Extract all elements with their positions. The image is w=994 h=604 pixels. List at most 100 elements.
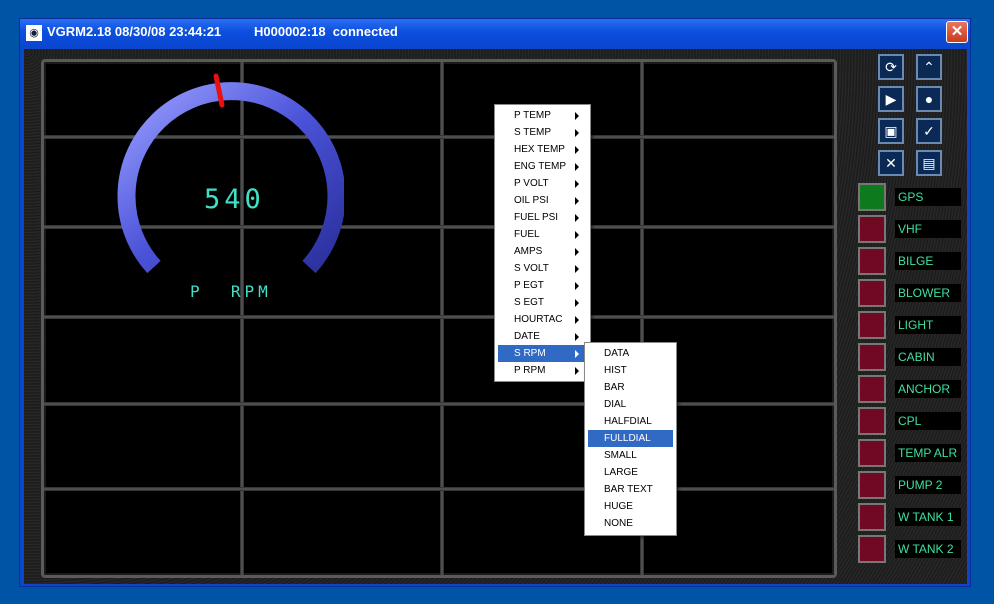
menu-item-label: LARGE — [604, 467, 638, 478]
switch-vhf-button[interactable] — [858, 215, 886, 243]
chevron-right-icon — [575, 197, 579, 205]
switch-label: CPL — [895, 412, 961, 430]
menu-item-label: S RPM — [514, 348, 546, 359]
menu-item-label: DIAL — [604, 399, 627, 410]
menu-item-label: HEX TEMP — [514, 144, 565, 155]
menu-item[interactable]: DATE — [498, 328, 585, 345]
save-button[interactable]: ▣ — [878, 118, 904, 144]
menu-item-label: SMALL — [604, 450, 637, 461]
gauge-display-grid[interactable]: 540 P RPM — [41, 59, 837, 578]
menu-item[interactable]: FUEL PSI — [498, 209, 585, 226]
menu-item[interactable]: HALFDIAL — [588, 413, 673, 430]
menu-item[interactable]: S TEMP — [498, 124, 585, 141]
chevron-right-icon — [575, 350, 579, 358]
menu-item[interactable]: LARGE — [588, 464, 673, 481]
menu-item[interactable]: HEX TEMP — [498, 141, 585, 158]
document-button[interactable]: ▤ — [916, 150, 942, 176]
switch-light-button[interactable] — [858, 311, 886, 339]
menu-item-label: HUGE — [604, 501, 633, 512]
menu-item-label: P TEMP — [514, 110, 551, 121]
menu-item[interactable]: SMALL — [588, 447, 673, 464]
menu-item[interactable]: AMPS — [498, 243, 585, 260]
chevron-right-icon — [575, 265, 579, 273]
menu-item-label: P RPM — [514, 365, 546, 376]
chevron-right-icon — [575, 231, 579, 239]
menu-item[interactable]: P EGT — [498, 277, 585, 294]
switch-gps-button[interactable] — [858, 183, 886, 211]
menu-item[interactable]: BAR — [588, 379, 673, 396]
menu-item[interactable]: P RPM — [498, 362, 585, 379]
menu-item-label: P VOLT — [514, 178, 549, 189]
menu-item[interactable]: DIAL — [588, 396, 673, 413]
menu-item[interactable]: S EGT — [498, 294, 585, 311]
chevron-right-icon — [575, 112, 579, 120]
play-icon: ▶ — [885, 91, 897, 107]
switch-label: LIGHT — [895, 316, 961, 334]
menu-item[interactable]: ENG TEMP — [498, 158, 585, 175]
close-button[interactable]: ✕ — [946, 21, 968, 43]
gauge-context-menu: P TEMP S TEMP HEX TEMP ENG TEMP P VOLT OIL PS… — [494, 104, 591, 382]
switch-bilge-button[interactable] — [858, 247, 886, 275]
switch-pump-2-button[interactable] — [858, 471, 886, 499]
switch-w-tank-1-button[interactable] — [858, 503, 886, 531]
menu-item[interactable]: S VOLT — [498, 260, 585, 277]
menu-item-label: S TEMP — [514, 127, 552, 138]
switch-w-tank-2-button[interactable] — [858, 535, 886, 563]
grid-divider — [44, 315, 834, 319]
gauge-app-icon[interactable]: ◉ — [26, 25, 42, 41]
menu-item-label: S EGT — [514, 297, 545, 308]
menu-item-label: BAR — [604, 382, 625, 393]
menu-item-label: S VOLT — [514, 263, 549, 274]
switch-label: BILGE — [895, 252, 961, 270]
gauge-arc — [117, 82, 344, 274]
switch-label: W TANK 2 — [895, 540, 961, 558]
menu-item[interactable]: DATA — [588, 345, 673, 362]
menu-item-label: ENG TEMP — [514, 161, 567, 172]
menu-item[interactable]: HUGE — [588, 498, 673, 515]
switch-label: BLOWER — [895, 284, 961, 302]
record-button[interactable]: ● — [916, 86, 942, 112]
chevron-right-icon — [575, 333, 579, 341]
menu-item[interactable]: S RPM — [498, 345, 585, 362]
gauge-value: 540 — [204, 184, 265, 215]
menu-item[interactable]: BAR TEXT — [588, 481, 673, 498]
menu-item-label: FULLDIAL — [604, 433, 651, 444]
switch-label: ANCHOR — [895, 380, 961, 398]
play-button[interactable]: ▶ — [878, 86, 904, 112]
menu-item[interactable]: OIL PSI — [498, 192, 585, 209]
menu-item[interactable]: HIST — [588, 362, 673, 379]
chevron-right-icon — [575, 316, 579, 324]
chevron-right-icon — [575, 163, 579, 171]
menu-item[interactable]: NONE — [588, 515, 673, 532]
menu-item-label: OIL PSI — [514, 195, 549, 206]
switch-blower-button[interactable] — [858, 279, 886, 307]
refresh-icon: ⟳ — [885, 59, 897, 75]
menu-item[interactable]: P VOLT — [498, 175, 585, 192]
switch-anchor-button[interactable] — [858, 375, 886, 403]
menu-item[interactable]: P TEMP — [498, 107, 585, 124]
menu-item-label: FUEL PSI — [514, 212, 559, 223]
menu-item[interactable]: FULLDIAL — [588, 430, 673, 447]
menu-item-label: AMPS — [514, 246, 543, 257]
chart-button[interactable]: ⌃ — [916, 54, 942, 80]
chevron-right-icon — [575, 299, 579, 307]
menu-item-label: BAR TEXT — [604, 484, 653, 495]
switch-label: PUMP 2 — [895, 476, 961, 494]
menu-item[interactable]: FUEL — [498, 226, 585, 243]
check-icon: ✓ — [923, 123, 935, 139]
switch-temp-alr-button[interactable] — [858, 439, 886, 467]
refresh-button[interactable]: ⟳ — [878, 54, 904, 80]
switch-cabin-button[interactable] — [858, 343, 886, 371]
title-bar[interactable]: ◉ VGRM2.18 08/30/08 23:44:21 H000002:18 … — [20, 19, 970, 47]
menu-item[interactable]: HOURTAC — [498, 311, 585, 328]
menu-item-label: FUEL — [514, 229, 540, 240]
menu-item-label: DATA — [604, 348, 630, 359]
check-button[interactable]: ✓ — [916, 118, 942, 144]
connection-status: H000002:18 connected — [254, 24, 398, 39]
record-icon: ● — [924, 91, 934, 107]
switch-cpl-button[interactable] — [858, 407, 886, 435]
gauge-label: P RPM — [190, 282, 272, 301]
menu-item-label: HIST — [604, 365, 627, 376]
menu-item-label: HALFDIAL — [604, 416, 652, 427]
close-box-button[interactable]: ✕ — [878, 150, 904, 176]
